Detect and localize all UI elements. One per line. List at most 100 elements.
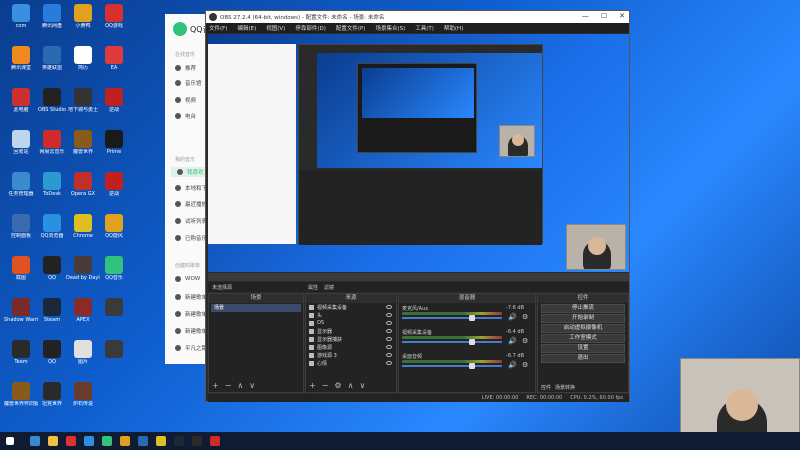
move-source-down-button[interactable]: ∨ bbox=[359, 381, 365, 390]
desktop-icon[interactable]: com bbox=[4, 2, 38, 40]
desktop-icon[interactable]: 炉石传说 bbox=[66, 380, 100, 418]
desktop-icon[interactable]: 小黄鸭 bbox=[66, 2, 100, 40]
move-scene-up-button[interactable]: ∧ bbox=[237, 381, 243, 390]
move-scene-down-button[interactable]: ∨ bbox=[249, 381, 255, 390]
taskbar-app-icon[interactable] bbox=[192, 436, 202, 446]
desktop-icon[interactable]: 逆战 bbox=[97, 86, 131, 124]
desktop-icon[interactable]: 任务管理器 bbox=[4, 170, 38, 208]
tab-controls[interactable]: 控件 bbox=[541, 384, 551, 391]
taskbar-app-icon[interactable] bbox=[30, 436, 40, 446]
menu-item[interactable]: 工具(T) bbox=[415, 24, 434, 32]
desktop-icon[interactable]: 控制面板 bbox=[4, 212, 38, 250]
menu-item[interactable]: 帮助(H) bbox=[444, 24, 463, 32]
desktop-icon[interactable]: QQ bbox=[35, 338, 69, 376]
start-icon[interactable] bbox=[6, 437, 14, 445]
taskbar-app-icon[interactable] bbox=[66, 436, 76, 446]
maximize-button[interactable]: ☐ bbox=[601, 12, 607, 20]
taskbar-app-icon[interactable] bbox=[102, 436, 112, 446]
taskbar-app-icon[interactable] bbox=[174, 436, 184, 446]
qq-sidebar-item[interactable]: 已购音乐 bbox=[175, 234, 207, 242]
source-item[interactable]: 显示器捕获 bbox=[306, 335, 396, 343]
start-recording-button[interactable]: 开始录制 bbox=[541, 314, 625, 323]
visibility-eye-icon[interactable] bbox=[386, 353, 392, 357]
desktop-icon[interactable]: Dead by Daylight bbox=[66, 254, 100, 292]
remove-source-button[interactable]: − bbox=[322, 381, 329, 390]
qq-sidebar-item[interactable]: 最近播放 bbox=[175, 200, 207, 208]
desktop-icon[interactable]: Shadow Warrior bbox=[4, 296, 38, 334]
add-source-button[interactable]: + bbox=[309, 381, 316, 390]
taskbar-app-icon[interactable] bbox=[210, 436, 220, 446]
qq-sidebar-item[interactable]: 音乐馆 bbox=[175, 79, 202, 87]
desktop-icon[interactable]: Opera GX bbox=[66, 170, 100, 208]
desktop-icon[interactable]: QQ音乐 bbox=[97, 254, 131, 292]
qq-sidebar-item[interactable]: 推荐 bbox=[175, 64, 196, 72]
source-item[interactable]: 心情 bbox=[306, 359, 396, 367]
visibility-eye-icon[interactable] bbox=[386, 329, 392, 333]
taskbar-app-icon[interactable] bbox=[156, 436, 166, 446]
source-item[interactable]: 游戏源 3 bbox=[306, 351, 396, 359]
desktop-icon[interactable]: 回收站 bbox=[4, 128, 38, 166]
obs-titlebar[interactable]: OBS 27.2.4 (64-bit, windows) - 配置文件: 未命名… bbox=[206, 11, 629, 23]
source-item[interactable]: 头 bbox=[306, 311, 396, 319]
desktop-icon[interactable]: 英雄联盟 bbox=[35, 44, 69, 82]
exit-button[interactable]: 退出 bbox=[541, 354, 625, 363]
desktop-icon[interactable]: 腾讯网盘 bbox=[35, 2, 69, 40]
desktop-icon[interactable]: 魔兽世界 bbox=[66, 128, 100, 166]
taskbar-app-icon[interactable] bbox=[84, 436, 94, 446]
qq-sidebar-item[interactable]: 电台 bbox=[175, 112, 196, 120]
menu-item[interactable]: 编辑(E) bbox=[237, 24, 256, 32]
desktop-icon[interactable]: 逆战 bbox=[97, 170, 131, 208]
desktop-icon[interactable] bbox=[97, 296, 131, 334]
qq-sidebar-item[interactable]: 平凡之路 bbox=[175, 344, 207, 352]
taskbar-app-icon[interactable] bbox=[48, 436, 58, 446]
desktop-icon[interactable]: 此电脑 bbox=[4, 86, 38, 124]
visibility-eye-icon[interactable] bbox=[386, 305, 392, 309]
speaker-icon[interactable]: 🔊 bbox=[508, 313, 517, 321]
desktop-icon[interactable]: 腾讯课堂 bbox=[4, 44, 38, 82]
move-source-up-button[interactable]: ∧ bbox=[348, 381, 354, 390]
obs-preview[interactable] bbox=[208, 34, 629, 272]
source-item[interactable]: 视频采集设备 bbox=[306, 303, 396, 311]
menu-item[interactable]: 场景集合(S) bbox=[375, 24, 405, 32]
visibility-eye-icon[interactable] bbox=[386, 361, 392, 365]
desktop-icon[interactable]: 地下城与勇士 bbox=[66, 86, 100, 124]
desktop-icon[interactable]: 简历 bbox=[66, 44, 100, 82]
visibility-eye-icon[interactable] bbox=[386, 321, 392, 325]
desktop-icon[interactable]: 坦克世界 bbox=[35, 380, 69, 418]
source-settings-icon[interactable]: ⚙ bbox=[334, 381, 341, 390]
desktop-icon[interactable]: EA bbox=[97, 44, 131, 82]
studio-mode-button[interactable]: 工作室模式 bbox=[541, 334, 625, 343]
desktop-icon[interactable]: Team bbox=[4, 338, 38, 376]
start-virtual-camera-button[interactable]: 启动虚拟摄像机 bbox=[541, 324, 625, 333]
menu-item[interactable]: 停靠部件(D) bbox=[295, 24, 326, 32]
close-button[interactable]: ✕ bbox=[619, 12, 625, 20]
source-item[interactable]: 显示器 bbox=[306, 327, 396, 335]
menu-item[interactable]: 文件(F) bbox=[209, 24, 227, 32]
desktop-icon[interactable]: QQ浏览器 bbox=[35, 212, 69, 250]
visibility-eye-icon[interactable] bbox=[386, 345, 392, 349]
qq-sidebar-item[interactable]: WOW bbox=[175, 276, 200, 282]
volume-slider-handle[interactable] bbox=[469, 315, 475, 321]
settings-gear-icon[interactable]: ⚙ bbox=[522, 337, 528, 345]
speaker-icon[interactable]: 🔊 bbox=[508, 337, 517, 345]
volume-slider[interactable] bbox=[402, 341, 502, 343]
source-item[interactable]: 图像源 bbox=[306, 343, 396, 351]
desktop-icon[interactable]: QQ游戏 bbox=[97, 2, 131, 40]
volume-slider-handle[interactable] bbox=[469, 363, 475, 369]
taskbar-app-icon[interactable] bbox=[120, 436, 130, 446]
minimize-button[interactable]: — bbox=[582, 12, 589, 20]
settings-gear-icon[interactable]: ⚙ bbox=[522, 361, 528, 369]
desktop-icon[interactable]: Chrome bbox=[66, 212, 100, 250]
filters-tab[interactable]: 滤镜 bbox=[324, 284, 334, 291]
settings-gear-icon[interactable]: ⚙ bbox=[522, 313, 528, 321]
add-scene-button[interactable]: + bbox=[212, 381, 219, 390]
desktop-icon[interactable] bbox=[97, 338, 131, 376]
properties-tab[interactable]: 属性 bbox=[308, 284, 318, 291]
volume-slider-handle[interactable] bbox=[469, 339, 475, 345]
desktop-icon[interactable]: QQ bbox=[35, 254, 69, 292]
visibility-eye-icon[interactable] bbox=[386, 313, 392, 317]
remove-scene-button[interactable]: − bbox=[225, 381, 232, 390]
source-item[interactable]: OS bbox=[306, 319, 396, 327]
volume-slider[interactable] bbox=[402, 317, 502, 319]
desktop-icon[interactable]: Steam bbox=[35, 296, 69, 334]
